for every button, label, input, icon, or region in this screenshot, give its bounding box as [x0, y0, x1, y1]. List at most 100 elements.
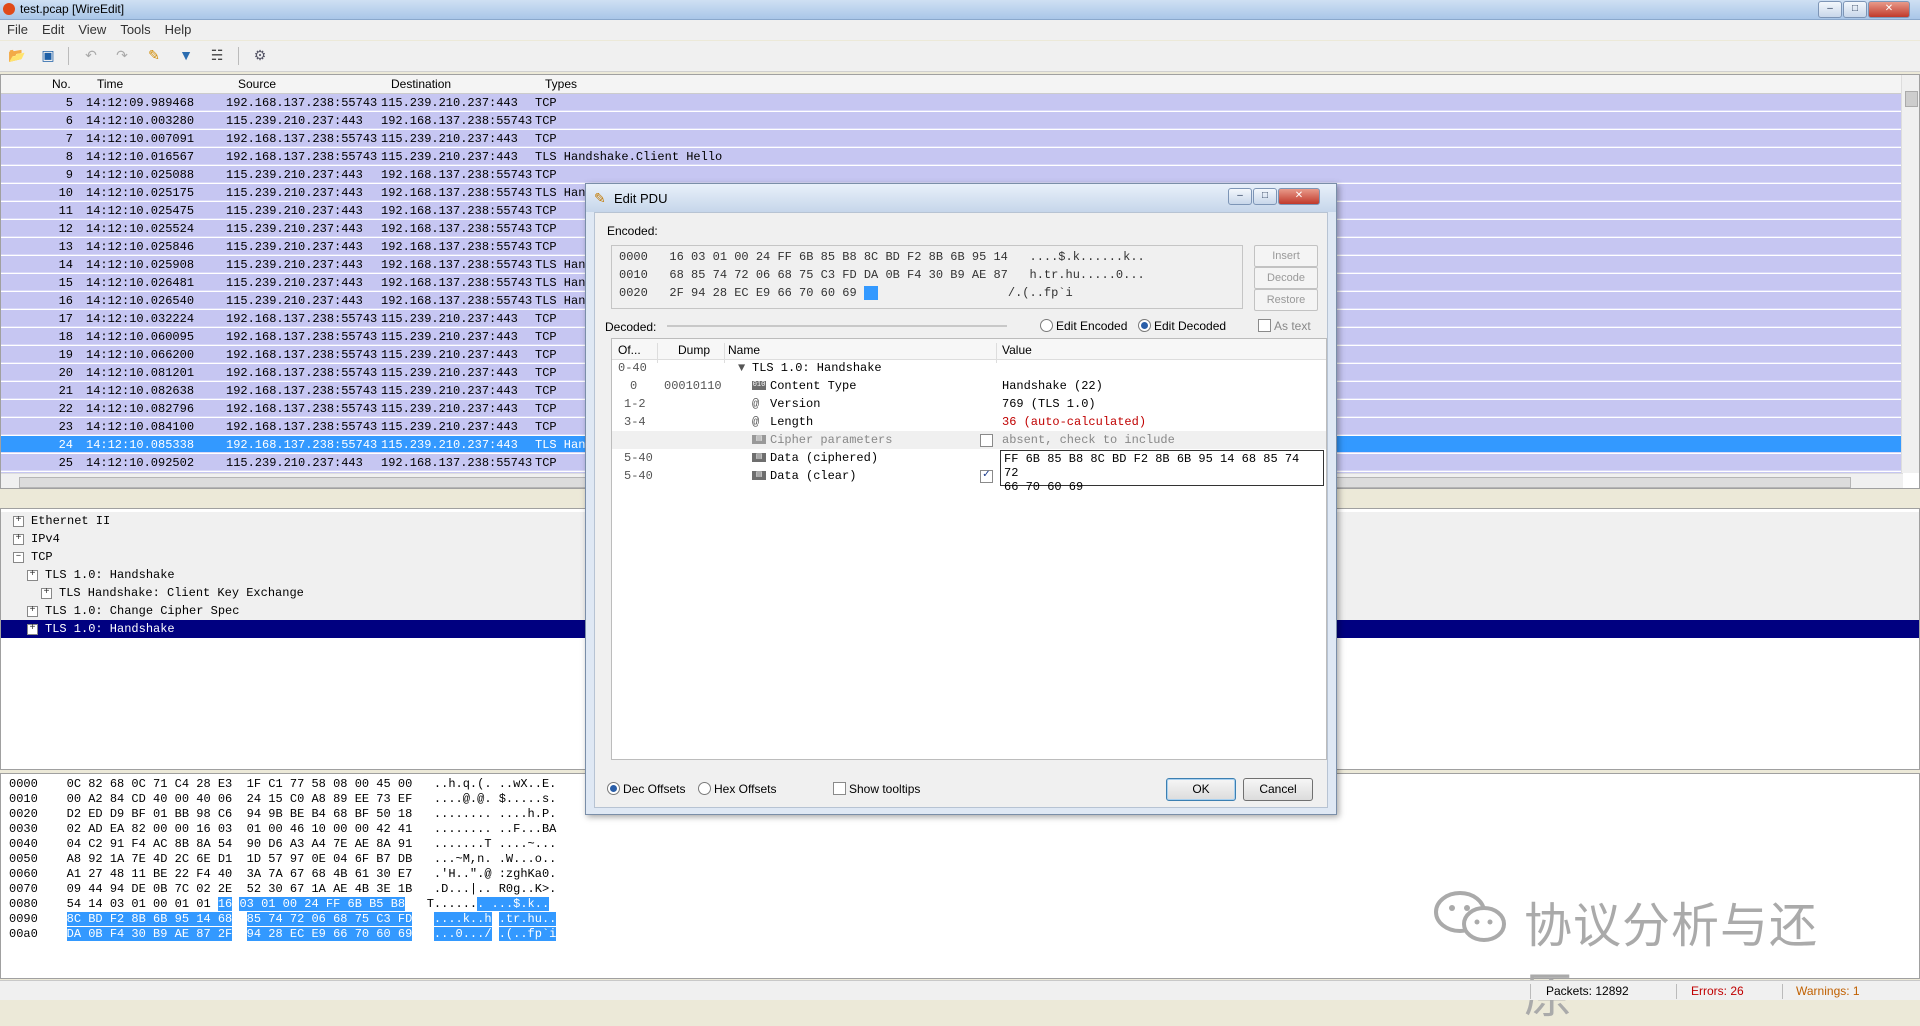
packet-row[interactable]: 6 14:12:10.003280 115.239.210.237:443 192.1…	[1, 112, 1901, 129]
col-value[interactable]: Value	[1002, 343, 1032, 357]
hex-row[interactable]: 0090 8C BD F2 8B 6B 95 14 68 85 74 72 06…	[9, 912, 557, 927]
packet-cell: 14:12:10.016567	[86, 150, 195, 164]
hex-cell: 94 28 EC E9 66 70 60 69	[246, 927, 413, 941]
menu-edit[interactable]: Edit	[35, 20, 71, 37]
hex-cell: 03 01 00 24 FF 6B B5 B8	[239, 897, 406, 911]
col-offset[interactable]: Of...	[618, 343, 641, 357]
packet-cell: 14:12:10.082638	[86, 384, 195, 398]
hex-cell: 1F C1 77 58 08 00 45 00	[246, 777, 413, 791]
dialog-maximize-button[interactable]: □	[1253, 188, 1277, 205]
data-clear-checkbox[interactable]: ✓	[980, 470, 993, 483]
col-name[interactable]: Name	[728, 343, 760, 357]
packet-row[interactable]: 7 14:12:10.007091 192.168.137.238:55743 115…	[1, 130, 1901, 147]
col-types[interactable]: Types	[545, 77, 577, 91]
packet-cell: 115.239.210.237:443	[226, 186, 363, 200]
packet-row[interactable]: 5 14:12:09.989468 192.168.137.238:55743 115…	[1, 94, 1901, 111]
col-dump[interactable]: Dump	[678, 343, 710, 357]
col-time[interactable]: Time	[97, 77, 123, 91]
hex-row[interactable]: 0040 04 C2 91 F4 AC 8B 8A 54 90 D6 A3 A4…	[9, 837, 556, 852]
menu-view[interactable]: View	[71, 20, 113, 37]
menu-tools[interactable]: Tools	[113, 20, 157, 37]
packet-cell: 20	[58, 366, 73, 380]
hex-row[interactable]: 0030 02 AD EA 82 00 00 16 03 01 00 46 10…	[9, 822, 556, 837]
packet-cell: 14:12:10.025908	[86, 258, 195, 272]
field-row-length[interactable]: 3-4 @ Length 36 (auto-calculated)	[612, 413, 1326, 431]
undo-icon[interactable]: ↶	[82, 47, 100, 64]
hex-row[interactable]: 0020 D2 ED D9 BF 01 BB 98 C6 94 9B BE B4…	[9, 807, 556, 822]
close-button[interactable]: ✕	[1868, 1, 1910, 18]
dialog-close-button[interactable]: ✕	[1278, 188, 1320, 205]
watermark: 协议分析与还原	[1434, 880, 1854, 1024]
hex-offsets-radio[interactable]	[698, 782, 711, 795]
hex-cell: T......	[426, 897, 478, 911]
dec-offsets-radio[interactable]	[607, 782, 620, 795]
packet-cell: 192.168.137.238:55743	[381, 258, 533, 272]
cipher-parameters-checkbox[interactable]	[980, 434, 993, 447]
packet-row[interactable]: 8 14:12:10.016567 192.168.137.238:55743 115…	[1, 148, 1901, 165]
hex-row[interactable]: 0000 0C 82 68 0C 71 C4 28 E3 1F C1 77 58…	[9, 777, 556, 792]
packet-cell: 192.168.137.238:55743	[381, 168, 533, 182]
ok-button[interactable]: OK	[1166, 778, 1236, 801]
col-destination[interactable]: Destination	[391, 77, 451, 91]
edit-encoded-radio[interactable]	[1040, 319, 1053, 332]
col-source[interactable]: Source	[238, 77, 276, 91]
menu-help[interactable]: Help	[158, 20, 199, 37]
hex-row[interactable]: 0060 A1 27 48 11 BE 22 F4 40 3A 7A 67 68…	[9, 867, 556, 882]
edit-decoded-radio[interactable]	[1138, 319, 1151, 332]
packet-cell: 14:12:10.032224	[86, 312, 195, 326]
hex-cell: .tr.hu..	[498, 912, 557, 926]
edit-decoded-label: Edit Decoded	[1154, 319, 1227, 333]
restore-button[interactable]: Restore	[1254, 289, 1318, 311]
cancel-button[interactable]: Cancel	[1243, 778, 1313, 801]
encoded-hex-editor[interactable]: 0000 16 03 01 00 24 FF 6B 85 B8 8C BD F2…	[611, 245, 1243, 309]
edit-pdu-dialog: ✎ Edit PDU – □ ✕ Encoded: 0000 16 03 01 …	[585, 183, 1337, 815]
packet-cell: 192.168.137.238:55743	[226, 348, 378, 362]
packet-cell: 14:12:10.085338	[86, 438, 195, 452]
redo-icon[interactable]: ↷	[113, 47, 131, 64]
hex-row[interactable]: 0050 A8 92 1A 7E 4D 2C 6E D1 1D 57 97 0E…	[9, 852, 556, 867]
settings-gear-icon[interactable]: ⚙	[251, 47, 269, 64]
hex-row[interactable]: 0010 00 A2 84 CD 40 00 40 06 24 15 C0 A8…	[9, 792, 556, 807]
insert-button[interactable]: Insert	[1254, 245, 1318, 267]
decode-button[interactable]: Decode	[1254, 267, 1318, 289]
hex-row[interactable]: 00a0 DA 0B F4 30 B9 AE 87 2F 94 28 EC E9…	[9, 927, 557, 942]
hex-cell: :zghKa0.	[498, 867, 557, 881]
minimize-button[interactable]: –	[1818, 1, 1842, 18]
packet-cell: TLS Handshake.Client Hello	[535, 150, 723, 164]
col-no[interactable]: No.	[52, 77, 71, 91]
data-value-editor[interactable]: FF 6B 85 B8 8C BD F2 8B 6B 95 14 68 85 7…	[1000, 450, 1324, 494]
hex-cell: 54 14 03 01 00 01 01	[66, 897, 211, 911]
data-value-line-2: 66 70 60 69	[1004, 480, 1084, 494]
edit-pencil-icon[interactable]: ✎	[145, 47, 163, 64]
hex-cell: 3A 7A 67 68 4B 61 30 E7	[246, 867, 413, 881]
hex-cell: 85 74 72 06 68 75 C3 FD	[246, 912, 413, 926]
packet-row[interactable]: 9 14:12:10.025088 115.239.210.237:443 192.1…	[1, 166, 1901, 183]
field-row-tls-handshake[interactable]: 0-40 ▼ TLS 1.0: Handshake	[612, 359, 1326, 377]
field-row-version[interactable]: 1-2 @ Version 769 (TLS 1.0)	[612, 395, 1326, 413]
packet-cell: 115.239.210.237:443	[226, 222, 363, 236]
packet-cell: 115.239.210.237:443	[226, 240, 363, 254]
hex-row[interactable]: 0080 54 14 03 01 00 01 01 16 03 01 00 24…	[9, 897, 550, 912]
packet-cell: 15	[58, 276, 73, 290]
filter-icon[interactable]: ▼	[177, 47, 195, 64]
show-tooltips-checkbox[interactable]	[833, 782, 846, 795]
packet-list-vscroll[interactable]	[1901, 75, 1919, 473]
packet-cell: 192.168.137.238:55743	[226, 150, 378, 164]
hex-offsets-label: Hex Offsets	[714, 782, 777, 796]
hex-row[interactable]: 0070 09 44 94 DE 0B 7C 02 2E 52 30 67 1A…	[9, 882, 556, 897]
maximize-button[interactable]: □	[1843, 1, 1867, 18]
packet-cell: 192.168.137.238:55743	[381, 240, 533, 254]
dialog-minimize-button[interactable]: –	[1228, 188, 1252, 205]
field-row-cipher-parameters[interactable]: ▤ Cipher parameters absent, check to inc…	[612, 431, 1326, 449]
packet-cell: 192.168.137.238:55743	[226, 366, 378, 380]
packet-cell: 14:12:10.084100	[86, 420, 195, 434]
packet-cell: 14:12:10.025846	[86, 240, 195, 254]
packet-cell: 14:12:10.092502	[86, 456, 195, 470]
as-text-checkbox[interactable]	[1258, 319, 1271, 332]
open-folder-icon[interactable]: 📂	[8, 47, 26, 64]
hex-cell: 0C 82 68 0C 71 C4 28 E3	[66, 777, 233, 791]
save-icon[interactable]: ▣	[39, 47, 57, 64]
menu-file[interactable]: File	[0, 20, 35, 37]
binoculars-icon[interactable]: ☵	[208, 47, 226, 64]
field-row-content-type[interactable]: 0 00010110 010 Content Type Handshake (2…	[612, 377, 1326, 395]
